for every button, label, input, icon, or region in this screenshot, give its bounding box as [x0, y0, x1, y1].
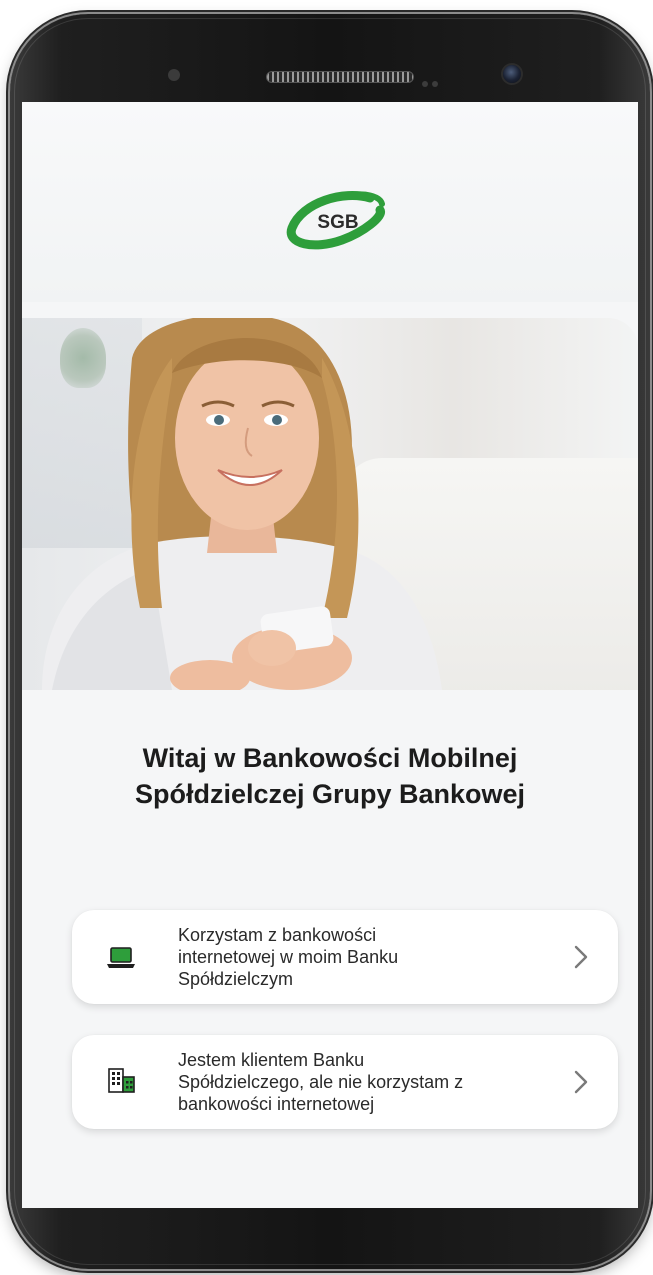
- option-bank-client-no-online[interactable]: Jestem klientem Banku Spółdzielczego, al…: [72, 1035, 618, 1129]
- app-screen: SGB Witaj w Bankowości Mobilnej Spółdzie…: [22, 102, 638, 1208]
- proximity-sensor: [168, 69, 180, 81]
- option-bank-client-label: Jestem klientem Banku Spółdzielczego, al…: [178, 1049, 538, 1115]
- option-1-line-3: Spółdzielczym: [178, 969, 294, 989]
- option-1-line-2: internetowej w moim Banku: [178, 947, 399, 967]
- smiling-woman-with-phone: [42, 318, 442, 690]
- front-camera: [503, 65, 521, 83]
- building-icon: [108, 1068, 135, 1093]
- earpiece-speaker: [266, 71, 414, 83]
- option-1-line-1: Korzystam z bankowości: [178, 925, 377, 945]
- phone-frame: SGB Witaj w Bankowości Mobilnej Spółdzie…: [10, 14, 650, 1269]
- option-online-banking-user[interactable]: Korzystam z bankowości internetowej w mo…: [72, 910, 618, 1004]
- hero-image: [22, 318, 638, 690]
- welcome-line-1: Witaj w Bankowości Mobilnej: [142, 743, 518, 773]
- chevron-right-icon: [574, 945, 588, 969]
- welcome-line-2: Spółdzielczej Grupy Bankowej: [134, 779, 526, 809]
- logo-text: SGB: [317, 212, 358, 233]
- sgb-logo: SGB: [286, 191, 385, 250]
- option-2-line-1: Jestem klientem Banku: [178, 1050, 365, 1070]
- laptop-icon: [107, 947, 135, 968]
- option-2-line-3: bankowości internetowej: [178, 1094, 375, 1114]
- welcome-heading: Witaj w Bankowości Mobilnej Spółdzielcze…: [22, 740, 638, 812]
- option-online-banking-label: Korzystam z bankowości internetowej w mo…: [178, 924, 538, 990]
- logo-header: SGB: [22, 102, 638, 302]
- option-2-line-2: Spółdzielczego, ale nie korzystam z: [178, 1072, 464, 1092]
- speaker-dots: [422, 74, 444, 87]
- chevron-right-icon: [574, 1070, 588, 1094]
